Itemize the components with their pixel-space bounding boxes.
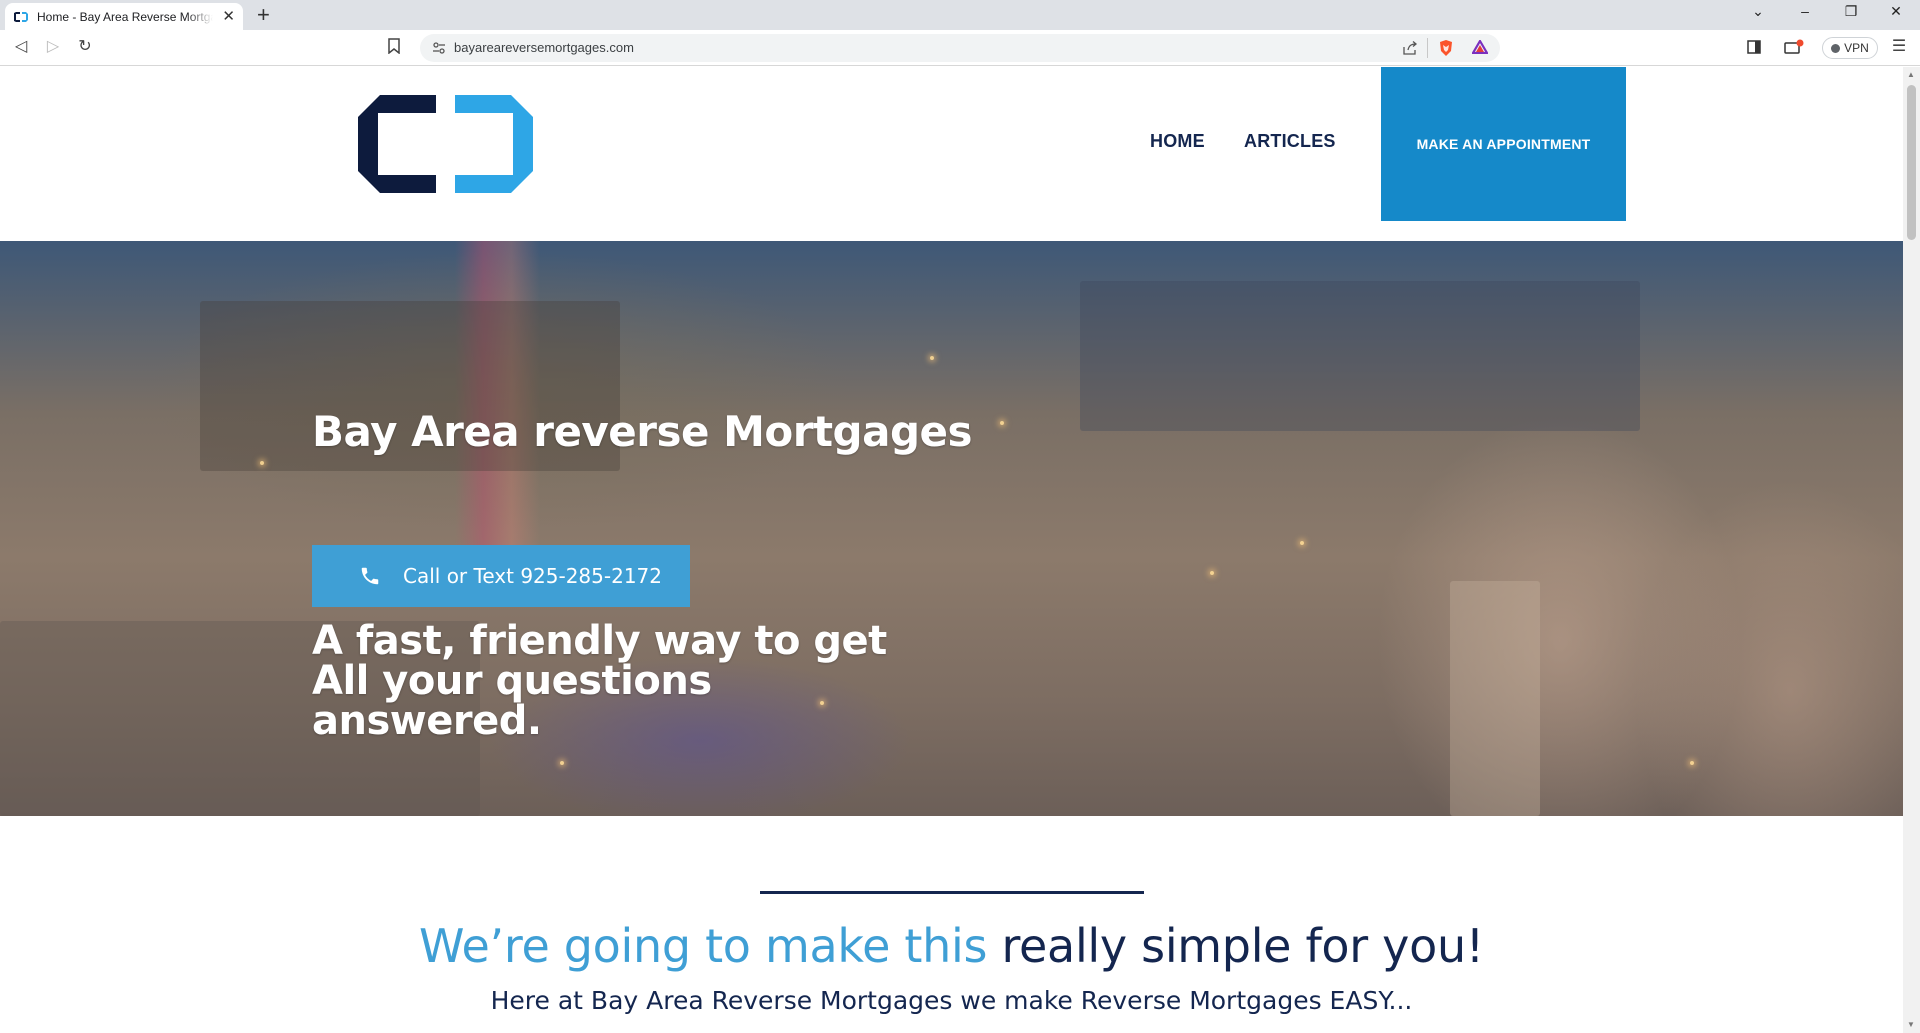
site-favicon-icon: [14, 11, 28, 22]
phone-icon: [361, 567, 379, 585]
site-info-icon[interactable]: [432, 41, 446, 55]
make-appointment-button[interactable]: MAKE AN APPOINTMENT: [1381, 67, 1626, 221]
minimize-window-icon[interactable]: –: [1795, 3, 1815, 19]
hero-light-dot: [560, 761, 564, 765]
call-or-text-button[interactable]: Call or Text 925-285-2172: [312, 545, 690, 607]
intro-heading: We’re going to make this really simple f…: [0, 919, 1903, 973]
hero-light-dot: [1300, 541, 1304, 545]
scroll-up-arrow-icon[interactable]: ▲: [1907, 70, 1915, 79]
wallet-icon[interactable]: [1784, 39, 1804, 55]
nav-home-link[interactable]: HOME: [1150, 131, 1205, 152]
site-logo[interactable]: [358, 95, 533, 193]
tab-search-chevron-icon[interactable]: ⌄: [1748, 3, 1768, 20]
hero-church-shape: [1450, 581, 1540, 816]
page-viewport: HOME ARTICLES MAKE AN APPOINTMENT Bay Ar…: [0, 67, 1903, 1033]
back-icon[interactable]: ◁: [10, 36, 32, 58]
section-divider: [760, 891, 1144, 894]
close-window-icon[interactable]: ✕: [1886, 3, 1906, 20]
vpn-button[interactable]: VPN: [1822, 37, 1878, 59]
new-tab-icon[interactable]: +: [257, 2, 270, 28]
restore-window-icon[interactable]: ❐: [1841, 3, 1861, 20]
hero-light-dot: [1210, 571, 1214, 575]
scroll-down-arrow-icon[interactable]: ▼: [1907, 1020, 1915, 1029]
hero-light-dot: [260, 461, 264, 465]
hero-banner: Bay Area reverse Mortgages Call or Text …: [0, 241, 1903, 816]
browser-tab-bar: Home - Bay Area Reverse Mortgages ✕ + ⌄ …: [0, 0, 1920, 30]
call-button-label: Call or Text 925-285-2172: [403, 564, 662, 588]
intro-heading-accent: We’re going to make this: [419, 919, 988, 973]
reload-icon[interactable]: ↻: [74, 36, 96, 58]
vpn-status-icon: [1831, 43, 1841, 53]
tab-close-icon[interactable]: ✕: [222, 7, 235, 25]
sidebar-icon[interactable]: [1747, 40, 1761, 54]
browser-tab-active[interactable]: Home - Bay Area Reverse Mortgages ✕: [5, 3, 243, 30]
brave-rewards-icon[interactable]: [1472, 40, 1488, 54]
hero-title: Bay Area reverse Mortgages: [312, 407, 973, 456]
menu-icon[interactable]: ☰: [1888, 36, 1910, 58]
toolbar-separator: [1427, 38, 1428, 58]
hero-light-dot: [1690, 761, 1694, 765]
browser-toolbar: ◁ ▷ ↻ bayareareversemortgages.com VPN ☰: [0, 30, 1920, 66]
hero-light-dot: [1000, 421, 1004, 425]
url-text: bayareareversemortgages.com: [454, 40, 634, 55]
intro-subheading: Here at Bay Area Reverse Mortgages we ma…: [490, 986, 1413, 1015]
site-header: HOME ARTICLES MAKE AN APPOINTMENT: [0, 67, 1903, 241]
vpn-label: VPN: [1844, 41, 1869, 55]
forward-icon[interactable]: ▷: [42, 36, 64, 58]
hero-subtitle: A fast, friendly way to get All your que…: [312, 618, 887, 744]
page-scrollbar[interactable]: ▲ ▼: [1903, 67, 1920, 1033]
nav-articles-link[interactable]: ARTICLES: [1244, 131, 1336, 152]
hero-house-shape: [1080, 281, 1640, 431]
bookmark-icon[interactable]: [388, 38, 400, 54]
brave-shields-icon[interactable]: [1438, 39, 1454, 57]
intro-heading-dark: really simple for you!: [1001, 919, 1484, 973]
share-icon[interactable]: [1402, 41, 1418, 55]
tab-title: Home - Bay Area Reverse Mortgages: [37, 9, 213, 24]
hero-light-dot: [930, 356, 934, 360]
address-bar[interactable]: bayareareversemortgages.com: [420, 34, 1500, 62]
scrollbar-thumb[interactable]: [1907, 85, 1916, 240]
